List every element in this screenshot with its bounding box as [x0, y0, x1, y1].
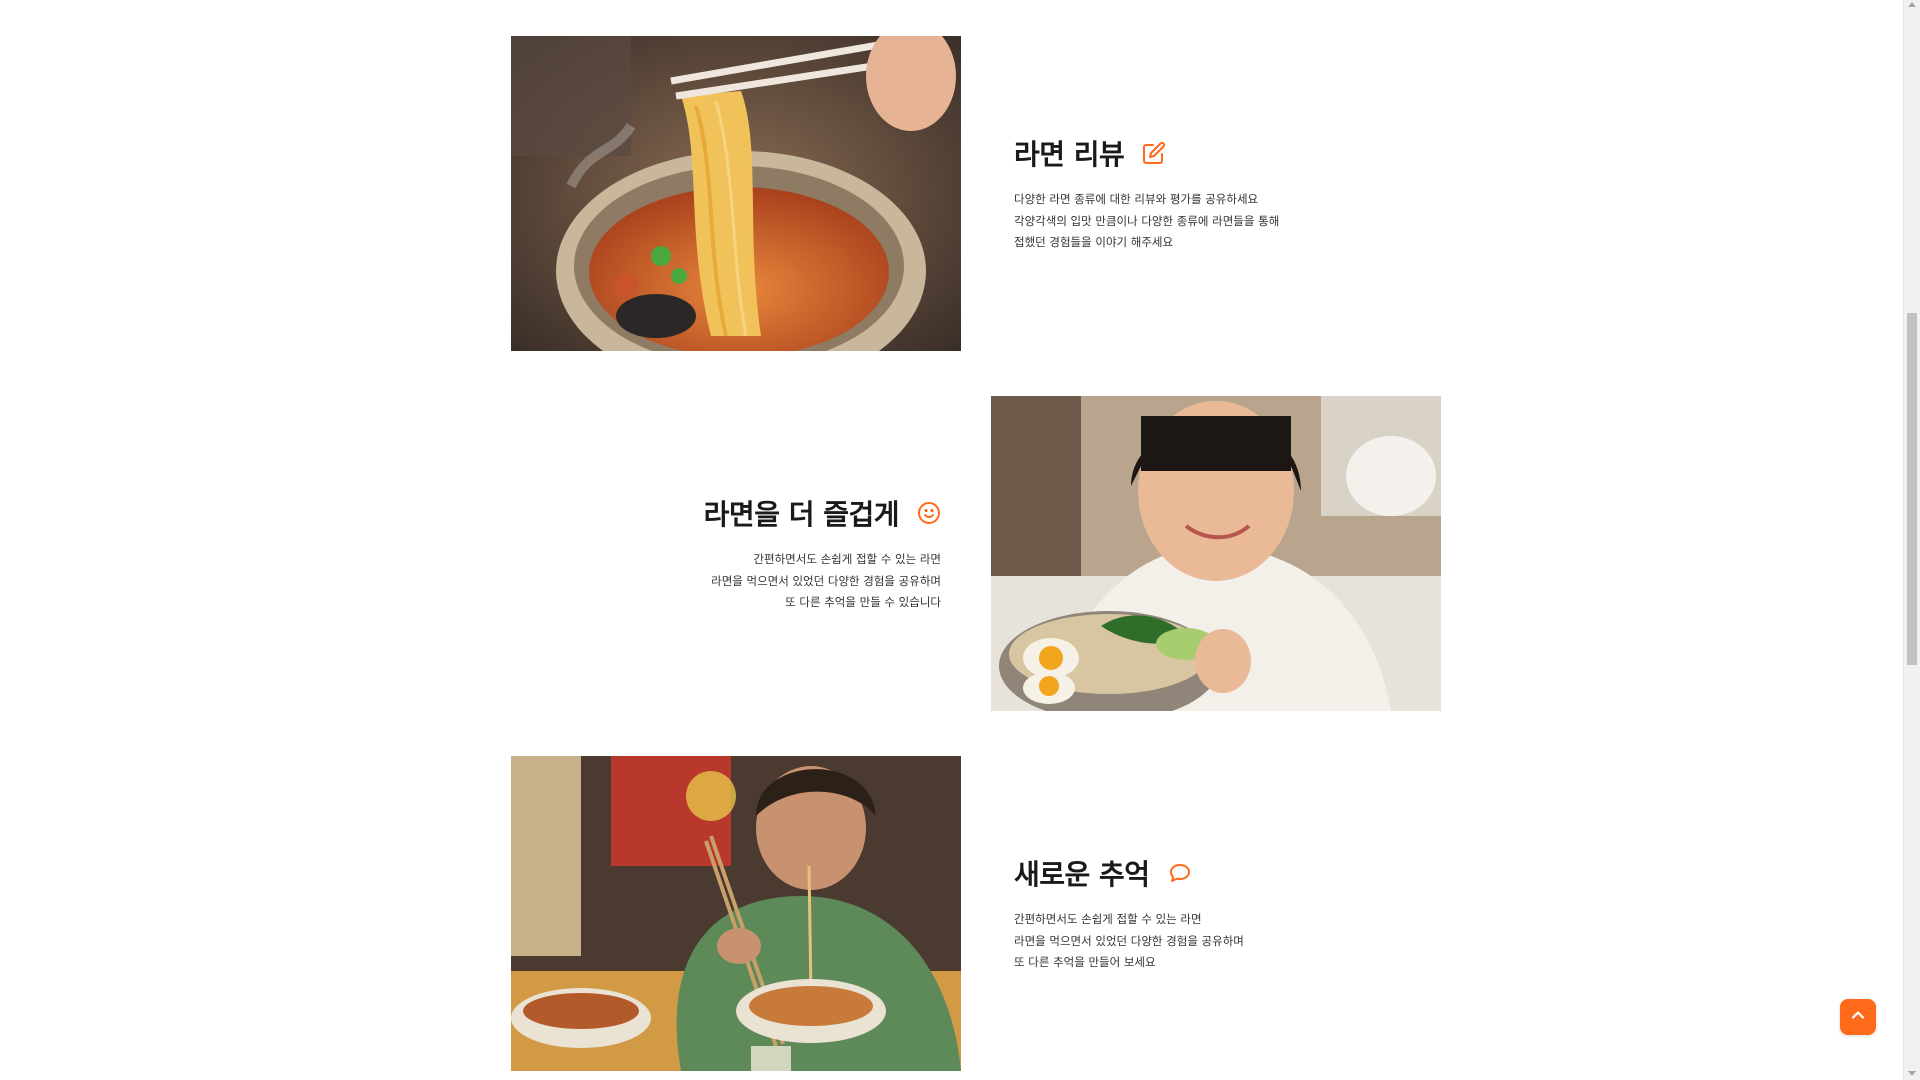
description-line: 각양각색의 입맛 만큼이나 다양한 종류에 라면들을 통해: [1014, 213, 1280, 228]
description-line: 라면을 먹으면서 있었던 다양한 경험을 공유하며: [1014, 933, 1244, 948]
scroll-down-arrow-icon[interactable]: [1908, 1071, 1916, 1076]
title-row: 새로운 추억: [1014, 853, 1434, 893]
section-description: 다양한 라면 종류에 대한 리뷰와 평가를 공유하세요 각양각색의 입맛 만큼이…: [1014, 189, 1434, 254]
pencil-square-icon: [1142, 141, 1166, 165]
title-row: 라면을 더 즐겁게: [704, 493, 941, 533]
description-line: 간편하면서도 손쉽게 접할 수 있는 라면: [753, 552, 941, 567]
chat-bubble-icon: [1168, 861, 1192, 885]
woman-holding-ramen-bowl-photo: [991, 396, 1441, 711]
smile-icon: [917, 501, 941, 525]
chevron-up-icon: [1850, 1007, 1866, 1027]
feature-section-review: 라면 리뷰 다양한 라면 종류에 대한 리뷰와 평가를 공유하세요 각양각색의 …: [511, 36, 1441, 351]
description-line: 라면을 먹으면서 있었던 다양한 경험을 공유하며: [711, 573, 941, 588]
description-line: 간편하면서도 손쉽게 접할 수 있는 라면: [1014, 912, 1202, 927]
ramen-noodles-chopsticks-photo: [511, 36, 961, 351]
section-description: 간편하면서도 손쉽게 접할 수 있는 라면 라면을 먹으면서 있었던 다양한 경…: [711, 549, 941, 614]
feature-section-memories: 새로운 추억 간편하면서도 손쉽게 접할 수 있는 라면 라면을 먹으면서 있었…: [511, 756, 1441, 1071]
scroll-to-top-button[interactable]: [1840, 999, 1876, 1035]
section-title: 새로운 추억: [1014, 858, 1150, 892]
description-line: 또 다른 추억을 만들 수 있습니다: [785, 595, 941, 610]
man-eating-noodles-photo: [511, 756, 961, 1071]
section-text: 라면 리뷰 다양한 라면 종류에 대한 리뷰와 평가를 공유하세요 각양각색의 …: [1014, 36, 1434, 351]
vertical-scrollbar[interactable]: [1903, 0, 1920, 1080]
title-row: 라면 리뷰: [1014, 133, 1434, 173]
section-title: 라면 리뷰: [1014, 138, 1125, 172]
section-title: 라면을 더 즐겁게: [703, 498, 900, 532]
description-line: 접했던 경험들을 이야기 해주세요: [1014, 235, 1174, 250]
scroll-up-arrow-icon[interactable]: [1908, 2, 1916, 7]
feature-section-enjoy: 라면을 더 즐겁게 간편하면서도 손쉽게 접할 수 있는 라면 라면을 먹으면서…: [511, 396, 1441, 711]
section-text: 새로운 추억 간편하면서도 손쉽게 접할 수 있는 라면 라면을 먹으면서 있었…: [1014, 756, 1434, 1071]
description-line: 다양한 라면 종류에 대한 리뷰와 평가를 공유하세요: [1014, 192, 1259, 207]
section-description: 간편하면서도 손쉽게 접할 수 있는 라면 라면을 먹으면서 있었던 다양한 경…: [1014, 909, 1434, 974]
description-line: 또 다른 추억을 만들어 보세요: [1014, 955, 1156, 970]
scrollbar-thumb[interactable]: [1907, 313, 1917, 665]
section-text: 라면을 더 즐겁게 간편하면서도 손쉽게 접할 수 있는 라면 라면을 먹으면서…: [511, 396, 941, 711]
